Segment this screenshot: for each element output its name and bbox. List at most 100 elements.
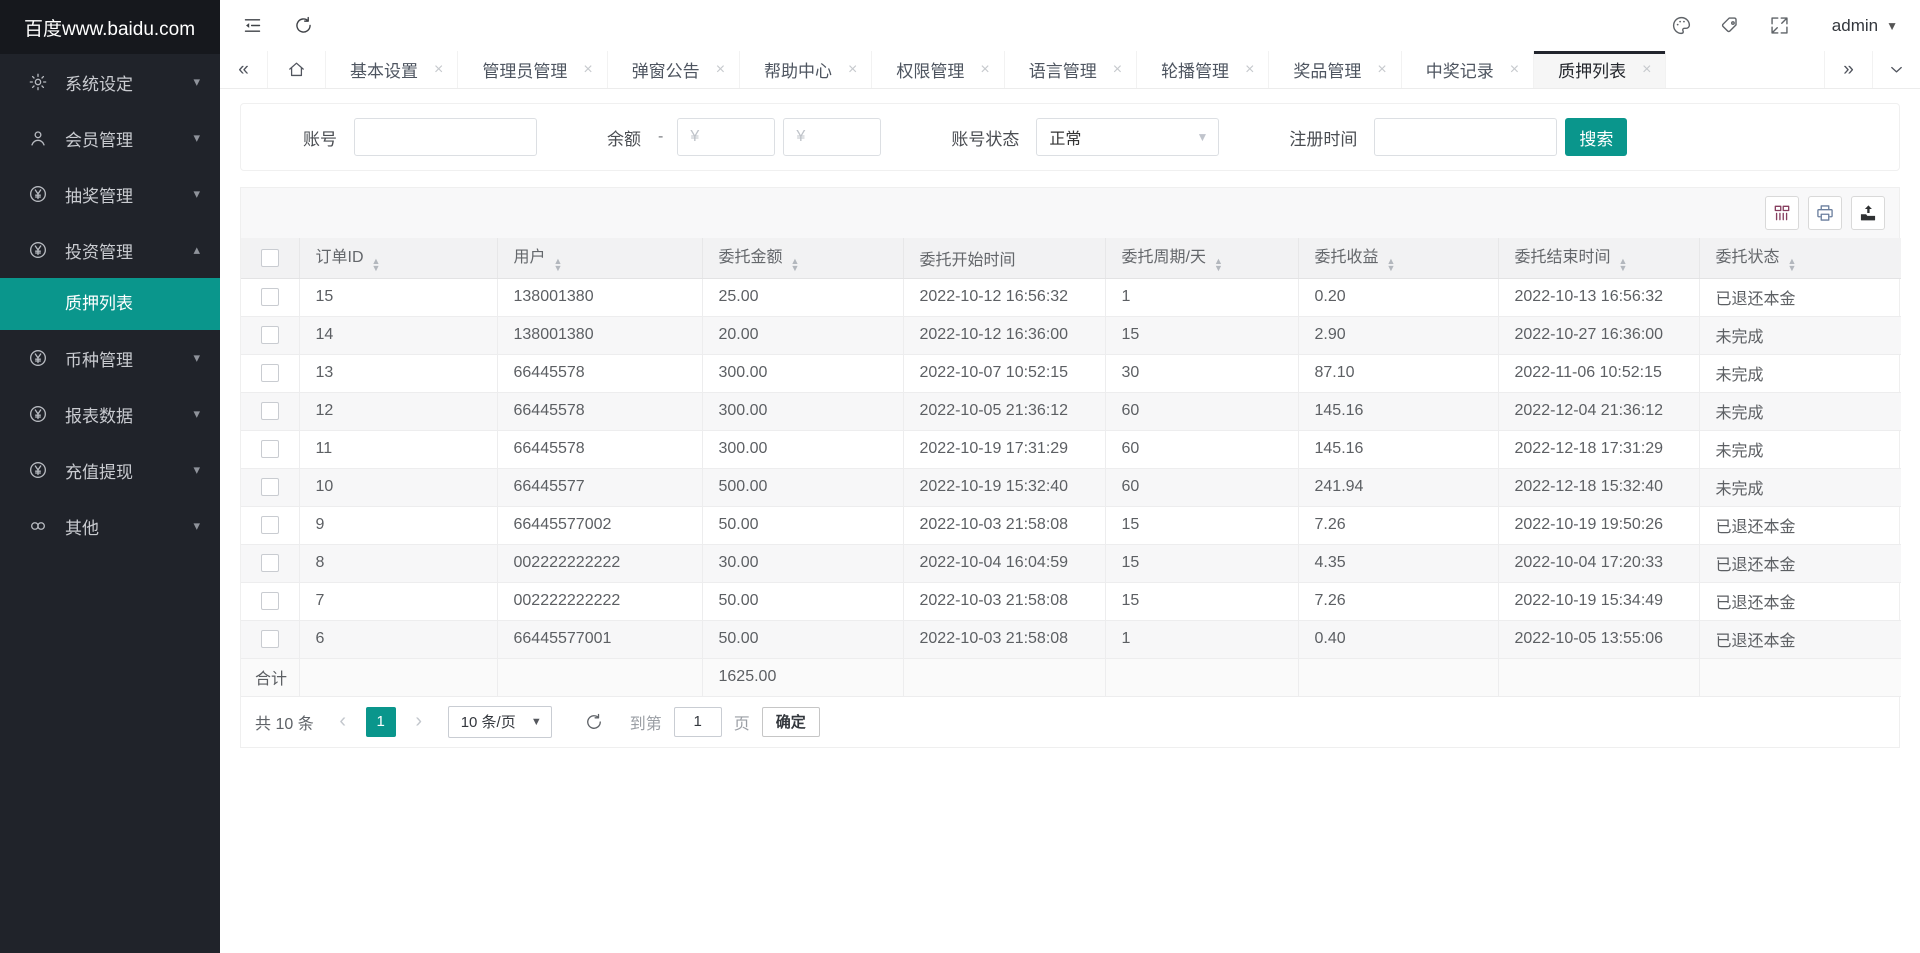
row-checkbox[interactable] (260, 477, 279, 496)
sidebar-item[interactable]: 充值提现 ▾ (0, 442, 220, 498)
row-checkbox[interactable] (260, 515, 279, 534)
tab[interactable]: 轮播管理 × (1137, 51, 1270, 88)
tab-close-icon[interactable]: × (1377, 61, 1386, 79)
amount-cell: 500.00 (702, 468, 904, 507)
sidebar-item[interactable]: 投资管理 ▴ (0, 222, 220, 278)
sort-icon[interactable]: ▲ ▼ (372, 257, 381, 273)
goto-confirm-button[interactable]: 确定 (761, 706, 820, 737)
tab[interactable]: 权限管理 × (872, 51, 1005, 88)
tabs-scroll-left-icon[interactable]: « (220, 51, 268, 88)
tab[interactable]: 奖品管理 × (1269, 51, 1402, 88)
tag-icon[interactable] (1720, 15, 1741, 36)
table-row: 9 66445577002 50.00 2022-10-03 21:58:08 15 7.… (241, 506, 1901, 545)
tab-close-icon[interactable]: × (1510, 61, 1519, 79)
row-checkbox[interactable] (260, 287, 279, 306)
tab-close-icon[interactable]: × (434, 61, 443, 79)
period-cell: 15 (1105, 506, 1299, 545)
chevron-down-icon: ▾ (193, 462, 200, 477)
tab[interactable]: 质押列表 × (1534, 51, 1667, 88)
balance-max-input[interactable] (783, 118, 882, 156)
end-time-cell: 2022-10-27 16:36:00 (1498, 316, 1700, 355)
sidebar-item[interactable]: 会员管理 ▾ (0, 110, 220, 166)
column-header[interactable]: 委托周期/天 ▲ ▼ (1105, 238, 1299, 279)
pagination-refresh-icon[interactable] (584, 712, 604, 732)
order-id-cell: 6 (299, 620, 498, 659)
search-button[interactable]: 搜索 (1565, 118, 1628, 156)
sort-icon[interactable]: ▲ ▼ (554, 257, 563, 273)
sidebar-item[interactable]: 币种管理 ▾ (0, 330, 220, 386)
tab[interactable]: 基本设置 × (326, 51, 459, 88)
prev-page-icon[interactable]: ‹ (332, 710, 354, 733)
tab-close-icon[interactable]: × (848, 61, 857, 79)
theme-palette-icon[interactable] (1671, 15, 1692, 36)
column-header[interactable]: 委托结束时间 ▲ ▼ (1498, 238, 1700, 279)
period-cell: 1 (1105, 620, 1299, 659)
select-all-checkbox[interactable] (260, 248, 279, 267)
balance-min-input[interactable] (677, 118, 776, 156)
fullscreen-icon[interactable] (1769, 15, 1790, 36)
page-size-select[interactable]: 10 条/页 ▼ (447, 705, 552, 738)
column-header[interactable]: 委托状态 ▲ ▼ (1699, 238, 1901, 279)
column-header[interactable]: 用户 ▲ ▼ (497, 238, 703, 279)
tab-close-icon[interactable]: × (1642, 61, 1651, 79)
goto-suffix-label: 页 (733, 715, 750, 733)
column-header-label: 用户 (513, 249, 546, 267)
sidebar-item[interactable]: 报表数据 ▾ (0, 386, 220, 442)
home-tab-icon[interactable] (268, 51, 326, 88)
sort-icon[interactable]: ▲ ▼ (1619, 257, 1628, 273)
sort-icon[interactable]: ▲ ▼ (791, 257, 800, 273)
profit-cell: 241.94 (1298, 468, 1499, 507)
tab-close-icon[interactable]: × (980, 61, 989, 79)
next-page-icon[interactable]: › (408, 710, 430, 733)
topbar-left-icons (242, 15, 314, 36)
sort-icon[interactable]: ▲ ▼ (1214, 257, 1223, 273)
column-header[interactable]: 委托收益 ▲ ▼ (1298, 238, 1499, 279)
account-status-select[interactable]: 正常 ▼ (1036, 118, 1220, 156)
gear-icon (28, 71, 50, 93)
tab-close-icon[interactable]: × (583, 61, 592, 79)
row-checkbox[interactable] (260, 363, 279, 382)
row-checkbox[interactable] (260, 591, 279, 610)
tab-close-icon[interactable]: × (1113, 61, 1122, 79)
sidebar-subitem[interactable]: 质押列表 (0, 278, 220, 330)
tab-close-icon[interactable]: × (1245, 61, 1254, 79)
tab-close-icon[interactable]: × (716, 61, 725, 79)
column-header[interactable]: 订单ID ▲ ▼ (299, 238, 498, 279)
tab[interactable]: 弹窗公告 × (607, 51, 741, 88)
columns-icon[interactable] (1765, 196, 1799, 230)
row-checkbox[interactable] (260, 325, 279, 344)
sidebar-item[interactable]: 其他 ▾ (0, 498, 220, 554)
tab-label: 基本设置 (350, 62, 418, 81)
sort-icon[interactable]: ▲ ▼ (1788, 257, 1797, 273)
refresh-icon[interactable] (293, 15, 314, 36)
account-input[interactable] (354, 118, 537, 156)
account-status-label: 账号状态 (951, 129, 1020, 149)
user-cell: 66445578 (497, 354, 703, 393)
column-header-label: 委托结束时间 (1514, 249, 1611, 267)
tabs-scroll-right-icon[interactable]: » (1824, 51, 1872, 88)
sort-icon[interactable]: ▲ ▼ (1387, 257, 1396, 273)
column-header[interactable]: 委托金额 ▲ ▼ (702, 238, 904, 279)
export-icon[interactable] (1851, 196, 1885, 230)
tab[interactable]: 帮助中心 × (740, 51, 873, 88)
tabs-menu-icon[interactable] (1872, 51, 1920, 88)
row-checkbox[interactable] (260, 401, 279, 420)
row-checkbox[interactable] (260, 439, 279, 458)
tab[interactable]: 语言管理 × (1004, 51, 1138, 88)
tab[interactable]: 中奖记录 × (1401, 51, 1535, 88)
row-checkbox[interactable] (260, 629, 279, 648)
tab[interactable]: 管理员管理 × (458, 51, 608, 88)
sidebar-item[interactable]: 抽奖管理 ▾ (0, 166, 220, 222)
admin-dropdown[interactable]: admin ▼ (1832, 16, 1898, 36)
print-icon[interactable] (1808, 196, 1842, 230)
sidebar-item[interactable]: 系统设定 ▾ (0, 54, 220, 110)
column-header-label: 委托收益 (1314, 249, 1379, 267)
regtime-input[interactable] (1374, 118, 1558, 156)
tab-label: 轮播管理 (1161, 62, 1230, 81)
goto-page-input[interactable] (673, 706, 722, 737)
row-checkbox[interactable] (260, 553, 279, 572)
yen-circle-icon (28, 459, 50, 481)
table-row: 10 66445577 500.00 2022-10-19 15:32:40 60 241… (241, 468, 1901, 507)
menu-collapse-icon[interactable] (242, 15, 263, 36)
page-number-button[interactable]: 1 (365, 706, 396, 737)
